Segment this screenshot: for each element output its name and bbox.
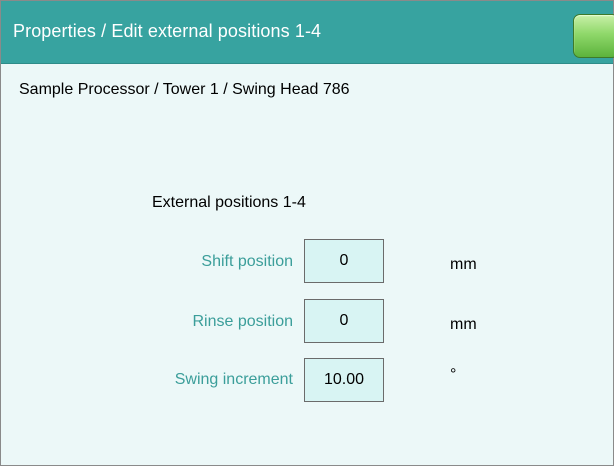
dialog-title: Properties / Edit external positions 1-4 [13, 21, 322, 41]
swing-increment-unit: ° [450, 366, 457, 383]
shift-position-unit: mm [450, 256, 477, 273]
shift-position-field[interactable]: 0 [304, 239, 384, 283]
breadcrumb: Sample Processor / Tower 1 / Swing Head … [19, 81, 350, 98]
ok-button[interactable] [573, 14, 614, 58]
rinse-position-label: Rinse position [192, 313, 294, 330]
rinse-position-unit: mm [450, 316, 477, 333]
shift-position-label: Shift position [201, 253, 293, 270]
rinse-position-field[interactable]: 0 [304, 299, 384, 343]
swing-increment-label: Swing increment [174, 371, 293, 388]
properties-dialog: Properties / Edit external positions 1-4… [0, 0, 614, 466]
swing-increment-field[interactable]: 10.00 [304, 358, 384, 402]
section-heading: External positions 1-4 [152, 194, 306, 211]
title-bar: Properties / Edit external positions 1-4 [1, 1, 614, 64]
